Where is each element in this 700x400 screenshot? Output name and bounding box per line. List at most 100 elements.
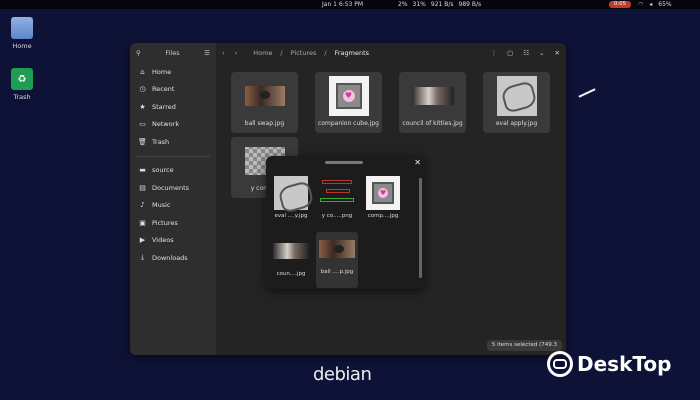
desktop-icon-label: Home (12, 42, 32, 50)
drag-handle[interactable] (325, 161, 363, 164)
sidebar-item-label: Videos (152, 236, 174, 245)
mouse-pointer (578, 88, 596, 98)
view-toggle-icon[interactable]: ☷ (523, 49, 529, 57)
sidebar-item-label: Music (152, 201, 171, 210)
sidebar-item-trash[interactable]: 🗑︎ Trash (130, 133, 216, 151)
file-thumbnail (318, 176, 356, 210)
chevron-down-icon[interactable]: ⌄ (539, 49, 544, 57)
file-name: council of kitties.jpg (402, 120, 463, 127)
sidebar-divider (136, 155, 210, 157)
sidebar-item-label: source (152, 166, 174, 175)
scrollbar[interactable] (419, 178, 422, 278)
sidebar: ⚲ Files ☰ ⌂ Home ◷ Recent ★ Starred ▭ Networ… (130, 43, 216, 355)
selection-status: 5 items selected (749.3 (486, 340, 562, 351)
toolbar-actions: ⋮ ▢ ☷ ⌄ ✕ (491, 49, 560, 57)
popup-file-item[interactable]: ball ....p.jpg (316, 232, 358, 288)
file-name: ball ....p.jpg (320, 269, 354, 275)
sidebar-item-label: Trash (152, 137, 170, 146)
file-name: ball swap.jpg (244, 120, 285, 127)
breadcrumb-home[interactable]: Home (253, 49, 272, 57)
new-folder-icon[interactable]: ▢ (507, 49, 513, 57)
sidebar-item-starred[interactable]: ★ Starred (130, 98, 216, 116)
sidebar-item-recent[interactable]: ◷ Recent (130, 81, 216, 99)
cpu-usage: 2% (398, 1, 408, 8)
documents-icon: ▤ (139, 183, 146, 192)
sidebar-header: ⚲ Files ☰ (130, 43, 216, 63)
popup-file-item[interactable]: eval ....y.jpg (270, 176, 312, 232)
distro-logo: debian (313, 364, 372, 385)
popup-file-item[interactable]: ♥ comp....jpg (362, 176, 404, 232)
file-thumbnail (272, 234, 310, 268)
watermark: DeskTop (547, 351, 671, 377)
menu-icon[interactable]: ☰ (204, 49, 210, 57)
file-name: coun....jpg (276, 271, 306, 277)
sidebar-item-pictures[interactable]: ▣ Pictures (130, 214, 216, 232)
popup-file-item[interactable]: y co.....png (316, 176, 358, 232)
file-name: y co.....png (321, 213, 353, 219)
home-icon: ⌂ (140, 67, 145, 76)
sidebar-title: Files (165, 49, 180, 57)
system-tray[interactable]: ◠ ◂ 65% (638, 0, 672, 9)
sidebar-item-downloads[interactable]: ⤓ Downloads (130, 249, 216, 267)
sidebar-item-source[interactable]: ▬ source (130, 162, 216, 180)
file-thumbnail (318, 232, 356, 266)
file-thumbnail: ♥ (364, 176, 402, 210)
toolbar: ‹ › Home / Pictures / Fragments ⋮ ▢ ☷ ⌄ … (216, 43, 566, 63)
file-thumbnail (272, 176, 310, 210)
sidebar-item-label: Starred (152, 102, 176, 111)
home-folder-icon (11, 17, 33, 39)
breadcrumb-separator: / (324, 49, 327, 57)
sidebar-item-label: Pictures (152, 218, 178, 227)
sidebar-item-label: Recent (152, 85, 175, 94)
sidebar-item-label: Network (152, 120, 180, 129)
wifi-icon: ◠ (638, 1, 644, 8)
desktop-icon-home[interactable]: Home (2, 17, 42, 50)
star-icon: ★ (139, 102, 146, 111)
sidebar-item-home[interactable]: ⌂ Home (130, 63, 216, 81)
breadcrumb-fragments[interactable]: Fragments (335, 49, 369, 57)
system-monitor[interactable]: 2% 31% 921 B/s 989 B/s (398, 0, 481, 9)
upload-rate: 921 B/s (430, 1, 454, 8)
memory-usage: 31% (412, 1, 426, 8)
clock[interactable]: Jan 1 6:53 PM (322, 0, 363, 9)
pictures-icon: ▣ (139, 218, 146, 227)
file-thumbnail: ♥ (327, 76, 371, 116)
watermark-text: DeskTop (577, 352, 672, 376)
sidebar-item-network[interactable]: ▭ Network (130, 116, 216, 134)
file-item[interactable]: ball swap.jpg (231, 72, 298, 133)
folder-icon: ▬ (139, 166, 146, 175)
watermark-logo-icon (547, 351, 573, 377)
sidebar-item-music[interactable]: ♪ Music (130, 197, 216, 215)
breadcrumb-pictures[interactable]: Pictures (291, 49, 317, 57)
drag-popup[interactable]: ✕ eval ....y.jpg y co.....png ♥ comp....… (266, 156, 425, 289)
sidebar-item-label: Home (152, 67, 172, 76)
trash-icon: 🗑︎ (138, 137, 147, 146)
breadcrumb-separator: / (280, 49, 283, 57)
network-icon: ▭ (139, 120, 146, 129)
recording-indicator[interactable]: 0:05 (609, 1, 631, 8)
desktop-icon-trash[interactable]: ♻ Trash (2, 68, 42, 101)
file-item[interactable]: eval apply.jpg (483, 72, 550, 133)
sidebar-item-label: Downloads (152, 253, 188, 262)
downloads-icon: ⤓ (140, 253, 145, 262)
close-icon[interactable]: ✕ (414, 158, 421, 167)
close-window-icon[interactable]: ✕ (555, 49, 560, 57)
file-item[interactable]: ♥ companion cube.jpg (315, 72, 382, 133)
sidebar-item-label: Documents (152, 183, 190, 192)
sidebar-item-documents[interactable]: ▤ Documents (130, 179, 216, 197)
download-rate: 989 B/s (458, 1, 482, 8)
music-icon: ♪ (140, 201, 145, 210)
desktop-icon-label: Trash (13, 93, 31, 101)
videos-icon: ▶ (139, 236, 146, 245)
file-name: eval apply.jpg (495, 120, 538, 127)
popup-file-item[interactable]: coun....jpg (270, 234, 312, 290)
file-item[interactable]: council of kitties.jpg (399, 72, 466, 133)
more-options-icon[interactable]: ⋮ (491, 49, 498, 57)
file-name: eval ....y.jpg (274, 213, 308, 219)
file-name: companion cube.jpg (318, 120, 379, 127)
forward-icon[interactable]: › (235, 49, 238, 57)
trash-icon: ♻ (11, 68, 33, 90)
back-icon[interactable]: ‹ (222, 49, 225, 57)
breadcrumb: Home / Pictures / Fragments (253, 49, 369, 57)
sidebar-item-videos[interactable]: ▶ Videos (130, 232, 216, 250)
